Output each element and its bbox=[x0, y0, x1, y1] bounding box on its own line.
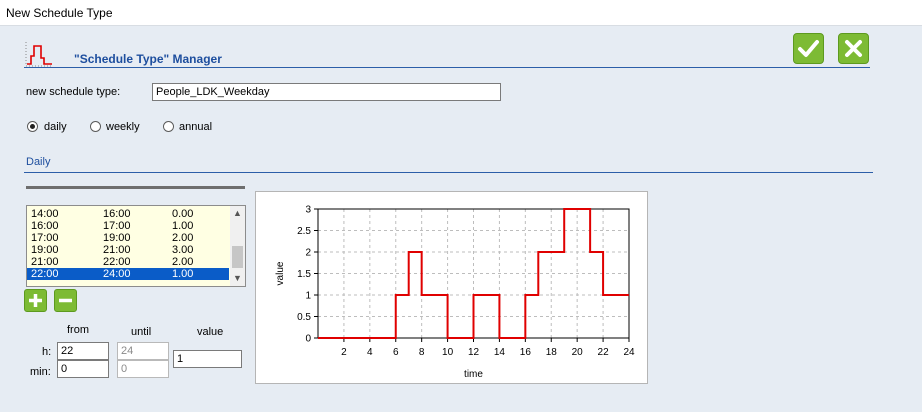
value-label: value bbox=[197, 326, 224, 338]
row-from: 17:00 bbox=[31, 232, 59, 244]
y-tick-label: 0.5 bbox=[297, 312, 311, 323]
ok-button[interactable] bbox=[793, 33, 824, 64]
list-item[interactable]: 21:00 22:00 2.00 bbox=[27, 256, 229, 268]
daily-section-title: Daily bbox=[26, 156, 51, 168]
row-from: 14:00 bbox=[31, 208, 59, 220]
radio-annual-label[interactable]: annual bbox=[179, 121, 212, 133]
until-hour-input: 24 bbox=[117, 342, 169, 360]
schedule-chart: 2 4 6 8 10 12 14 16 18 20 22 24 0 0.5 1 1.5 2 2.5 3 time val… bbox=[255, 191, 648, 384]
x-tick-label: 14 bbox=[494, 347, 506, 358]
schedule-manager-icon bbox=[25, 42, 53, 67]
hour-label: h: bbox=[42, 346, 52, 358]
row-value: 1.00 bbox=[172, 268, 194, 280]
row-value: 1.00 bbox=[172, 220, 194, 232]
row-from: 19:00 bbox=[31, 244, 59, 256]
from-minute-input[interactable]: 0 bbox=[57, 360, 109, 378]
y-tick-label: 1.5 bbox=[297, 269, 311, 280]
list-item[interactable]: 16:00 17:00 1.00 bbox=[27, 220, 229, 232]
row-until: 22:00 bbox=[103, 256, 131, 268]
row-value: 3.00 bbox=[172, 244, 194, 256]
value-input[interactable]: 1 bbox=[173, 350, 242, 368]
list-item[interactable]: 17:00 19:00 2.00 bbox=[27, 232, 229, 244]
y-tick-label: 3 bbox=[305, 205, 311, 216]
radio-daily[interactable] bbox=[27, 121, 38, 132]
list-item[interactable]: 19:00 21:00 3.00 bbox=[27, 244, 229, 256]
x-axis-label: time bbox=[464, 369, 483, 380]
cancel-button[interactable] bbox=[838, 33, 869, 64]
scroll-up-icon[interactable]: ▲ bbox=[230, 206, 245, 221]
schedule-list[interactable]: 14:00 16:00 0.00 16:00 17:00 1.00 17:00 … bbox=[26, 205, 246, 287]
manager-title: "Schedule Type" Manager bbox=[74, 52, 222, 66]
x-tick-label: 10 bbox=[442, 347, 454, 358]
scroll-down-icon[interactable]: ▼ bbox=[230, 271, 245, 286]
until-label: until bbox=[131, 326, 152, 338]
x-tick-label: 24 bbox=[623, 347, 635, 358]
until-minute-input: 0 bbox=[117, 360, 169, 378]
list-header bbox=[26, 186, 245, 189]
row-from: 21:00 bbox=[31, 256, 59, 268]
y-tick-label: 2 bbox=[305, 248, 311, 259]
row-until: 24:00 bbox=[103, 268, 131, 280]
checkmark-icon bbox=[798, 40, 819, 57]
schedule-type-input[interactable]: People_LDK_Weekday bbox=[152, 83, 501, 101]
x-tick-label: 22 bbox=[598, 347, 610, 358]
y-tick-label: 1 bbox=[305, 291, 311, 302]
x-tick-label: 12 bbox=[468, 347, 480, 358]
window-title: New Schedule Type bbox=[6, 6, 113, 20]
list-item[interactable]: 14:00 16:00 0.00 bbox=[27, 208, 229, 220]
x-tick-label: 16 bbox=[520, 347, 532, 358]
row-until: 21:00 bbox=[103, 244, 131, 256]
x-tick-label: 2 bbox=[341, 347, 347, 358]
x-icon bbox=[845, 40, 862, 57]
radio-weekly[interactable] bbox=[90, 121, 101, 132]
x-tick-label: 6 bbox=[393, 347, 399, 358]
minute-label: min: bbox=[30, 366, 51, 378]
daily-divider bbox=[24, 172, 873, 173]
from-label: from bbox=[67, 324, 89, 336]
row-value: 2.00 bbox=[172, 232, 194, 244]
x-tick-label: 18 bbox=[546, 347, 558, 358]
radio-weekly-label[interactable]: weekly bbox=[106, 121, 140, 133]
row-value: 2.00 bbox=[172, 256, 194, 268]
minus-icon bbox=[59, 298, 72, 303]
radio-daily-dot bbox=[30, 124, 35, 129]
row-from: 16:00 bbox=[31, 220, 59, 232]
row-until: 19:00 bbox=[103, 232, 131, 244]
scroll-thumb[interactable] bbox=[232, 246, 243, 268]
list-item-selected[interactable]: 22:00 24:00 1.00 bbox=[27, 268, 229, 280]
schedule-chart-svg: 2 4 6 8 10 12 14 16 18 20 22 2400.511.522.53timeval… bbox=[275, 205, 635, 381]
add-row-button[interactable] bbox=[24, 289, 47, 312]
x-tick-label: 4 bbox=[367, 347, 373, 358]
title-bar: New Schedule Type bbox=[0, 0, 922, 26]
x-tick-label: 20 bbox=[572, 347, 584, 358]
y-tick-label: 0 bbox=[305, 334, 311, 345]
y-axis-label: value bbox=[275, 261, 286, 285]
plus-icon bbox=[29, 294, 42, 307]
row-from: 22:00 bbox=[31, 268, 59, 280]
remove-row-button[interactable] bbox=[54, 289, 77, 312]
x-tick-label: 8 bbox=[419, 347, 425, 358]
y-tick-label: 2.5 bbox=[297, 226, 311, 237]
radio-annual[interactable] bbox=[163, 121, 174, 132]
list-scrollbar[interactable]: ▲ ▼ bbox=[230, 206, 245, 286]
row-value: 0.00 bbox=[172, 208, 194, 220]
radio-daily-label[interactable]: daily bbox=[44, 121, 67, 133]
schedule-type-label: new schedule type: bbox=[26, 86, 121, 98]
row-until: 17:00 bbox=[103, 220, 131, 232]
from-hour-input[interactable]: 22 bbox=[57, 342, 109, 360]
header-divider bbox=[24, 67, 870, 68]
row-until: 16:00 bbox=[103, 208, 131, 220]
